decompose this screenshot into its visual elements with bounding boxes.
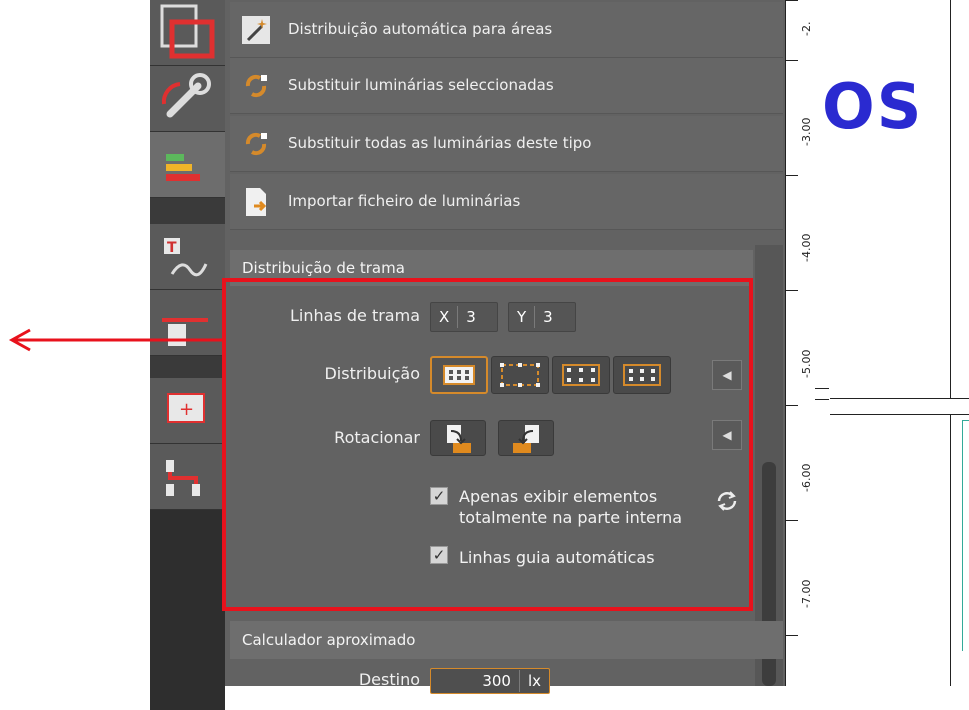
text-curve-tool-button[interactable]: T — [150, 224, 225, 290]
ruler-tick — [786, 290, 798, 291]
ruler-tick — [786, 520, 798, 521]
canvas-text: OS — [822, 70, 924, 143]
menu-item-replace-all[interactable]: Substituir todas as luminárias deste tip… — [230, 116, 783, 172]
room-tool-button[interactable] — [150, 0, 225, 66]
ruler-label: -3.00 — [800, 117, 813, 146]
menu-item-label: Distribuição automática para áreas — [288, 20, 553, 38]
path-connector-icon — [166, 460, 200, 496]
target-label: Destino — [358, 670, 420, 689]
replace-arrows-icon — [245, 74, 267, 98]
ruler-label: -6.00 — [800, 463, 813, 492]
wrench-icon — [161, 73, 211, 118]
red-arrow-pointer — [8, 328, 225, 352]
menu-item-label: Substituir todas as luminárias deste tip… — [288, 134, 592, 152]
insert-object-icon: + — [167, 393, 205, 423]
canvas-wall-line — [950, 0, 951, 398]
ruler-tick — [786, 405, 798, 406]
menu-item-label: Importar ficheiro de luminárias — [288, 192, 521, 210]
menu-item-auto-distribution[interactable]: Distribuição automática para áreas — [230, 2, 783, 58]
import-file-icon — [246, 188, 267, 216]
canvas-wall-line — [830, 414, 969, 415]
ruler-label: -7.00 — [800, 579, 813, 608]
section-title: Distribuição de trama — [242, 259, 405, 277]
ruler-tick — [786, 60, 798, 61]
canvas-wall-line — [830, 398, 969, 399]
ruler-label: -5.00 — [800, 349, 813, 378]
target-unit: lx — [527, 672, 541, 690]
target-value: 300 — [482, 672, 511, 690]
room-layout-icon — [160, 4, 215, 59]
svg-text:T: T — [167, 240, 177, 256]
target-illuminance-field[interactable]: 300 lx — [430, 668, 550, 694]
replace-all-arrows-icon — [245, 132, 267, 156]
menu-item-import-file[interactable]: Importar ficheiro de luminárias — [230, 174, 783, 230]
magic-wand-icon — [242, 16, 270, 44]
section-header-approx-calculator[interactable]: Calculador aproximado — [230, 621, 783, 659]
canvas-wall-line — [950, 414, 951, 686]
path-tool-button[interactable] — [150, 444, 225, 510]
text-curve-icon: T — [164, 238, 208, 277]
ruler-tick — [786, 0, 798, 1]
section-title: Calculador aproximado — [242, 631, 416, 649]
toolbar-empty-area — [150, 510, 225, 710]
canvas-object-outline — [962, 420, 969, 651]
menu-item-replace-selected[interactable]: Substituir luminárias seleccionadas — [230, 58, 783, 114]
energy-tool-button[interactable] — [150, 132, 225, 198]
insert-tool-button[interactable]: + — [150, 378, 225, 444]
ruler-label: -4.00 — [800, 233, 813, 262]
energy-bars-icon — [166, 154, 200, 181]
ruler-tick — [786, 635, 798, 636]
svg-text:+: + — [179, 399, 194, 420]
ruler-label: -2. — [800, 21, 813, 36]
menu-item-label: Substituir luminárias seleccionadas — [288, 76, 554, 94]
ruler-tick — [786, 175, 798, 176]
canvas-door-symbol — [815, 388, 829, 400]
highlight-frame — [222, 278, 753, 611]
tools-button[interactable] — [150, 66, 225, 132]
